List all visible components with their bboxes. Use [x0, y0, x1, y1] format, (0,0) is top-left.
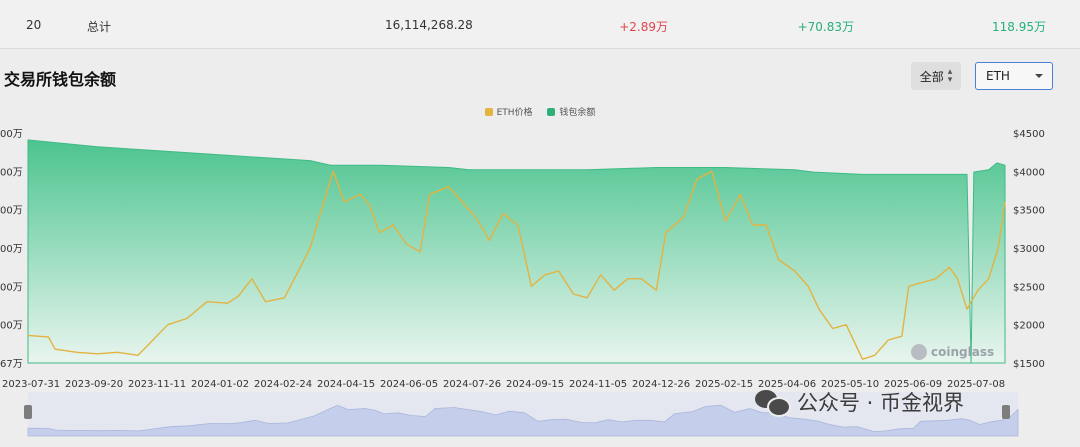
balance-area-layer [27, 139, 1006, 364]
summary-label: 总计 [87, 20, 112, 34]
x-tick-label: 2023-11-11 [128, 379, 186, 390]
legend-swatch-balance [547, 107, 556, 116]
x-tick-label: 2023-07-31 [2, 379, 60, 390]
x-tick-label: 2024-04-15 [317, 379, 375, 390]
y-right-tick-label: $2000 [1013, 321, 1045, 332]
legend-swatch-price [484, 107, 493, 116]
x-tick-label: 2024-07-26 [443, 379, 501, 390]
y-right-tick-label: $4500 [1013, 129, 1045, 140]
navigator-handle-right [1002, 405, 1010, 419]
x-tick-label: 2024-06-05 [380, 379, 438, 390]
summary-index: 20 [26, 18, 42, 32]
y-right-tick-label: $2500 [1013, 282, 1045, 293]
y-left-tick-label: 00万 [0, 244, 23, 255]
legend-item-price[interactable]: ETH价格 [484, 105, 533, 118]
summary-total-row: 20 总计 16,114,268.28 +2.89万 +70.83万 118.9… [0, 0, 1080, 49]
y-right-tick-label: $1500 [1013, 359, 1045, 370]
coinglass-icon [911, 344, 927, 360]
summary-total-value: 16,114,268.28 [385, 18, 473, 32]
y-right-tick-label: $3500 [1013, 206, 1045, 217]
section-title: 交易所钱包余额 [4, 70, 117, 89]
left-axis: 00万 00万 00万 00万 00万 00万 67万 [0, 129, 23, 370]
y-right-tick-label: $3000 [1013, 244, 1045, 255]
x-tick-label: 2025-02-15 [695, 379, 753, 390]
y-left-tick-label: 00万 [0, 282, 23, 293]
coinglass-logo: coinglass [911, 344, 994, 360]
caret-down-icon [1035, 74, 1043, 78]
right-axis: $4500 $4000 $3500 $3000 $2500 $2000 $1500 [1013, 129, 1045, 370]
summary-change-3: 118.95万 [992, 20, 1046, 34]
summary-change-2: +70.83万 [797, 20, 854, 34]
legend-label-balance: 钱包余额 [559, 108, 596, 118]
x-tick-label: 2024-12-26 [632, 379, 690, 390]
y-right-tick-label: $4000 [1013, 167, 1045, 178]
y-left-tick-label: 00万 [0, 321, 23, 332]
balance-area [27, 139, 1006, 364]
legend-label-price: ETH价格 [496, 108, 533, 118]
chart-legend: ETH价格 钱包余额 [0, 105, 1080, 119]
asset-select[interactable]: ETH [975, 62, 1053, 90]
wechat-watermark: 公众号 · 币金视界 [755, 387, 964, 417]
updown-chevron-icon: ▴ ▾ [947, 67, 953, 85]
navigator-handle-left [24, 405, 32, 419]
x-tick-label: 2024-02-24 [254, 379, 312, 390]
y-left-tick-label: 00万 [0, 167, 23, 178]
coinglass-logo-text: coinglass [931, 345, 995, 359]
range-select[interactable]: 全部 ▴ ▾ [911, 62, 961, 90]
range-select-value: 全部 [919, 69, 944, 84]
asset-select-value: ETH [986, 69, 1010, 83]
wechat-icon [755, 388, 791, 417]
legend-item-balance[interactable]: 钱包余额 [547, 105, 595, 118]
summary-change-1: +2.89万 [619, 20, 668, 34]
x-tick-label: 2024-01-02 [191, 379, 249, 390]
y-left-tick-label: 00万 [0, 206, 23, 217]
x-tick-label: 2024-11-05 [569, 379, 627, 390]
x-tick-label: 2023-09-20 [65, 379, 123, 390]
x-tick-label: 2024-09-15 [506, 379, 564, 390]
watermark-text: 公众号 · 币金视界 [797, 391, 965, 415]
y-left-tick-label: 00万 [0, 129, 23, 140]
y-left-tick-label: 67万 [0, 359, 23, 370]
